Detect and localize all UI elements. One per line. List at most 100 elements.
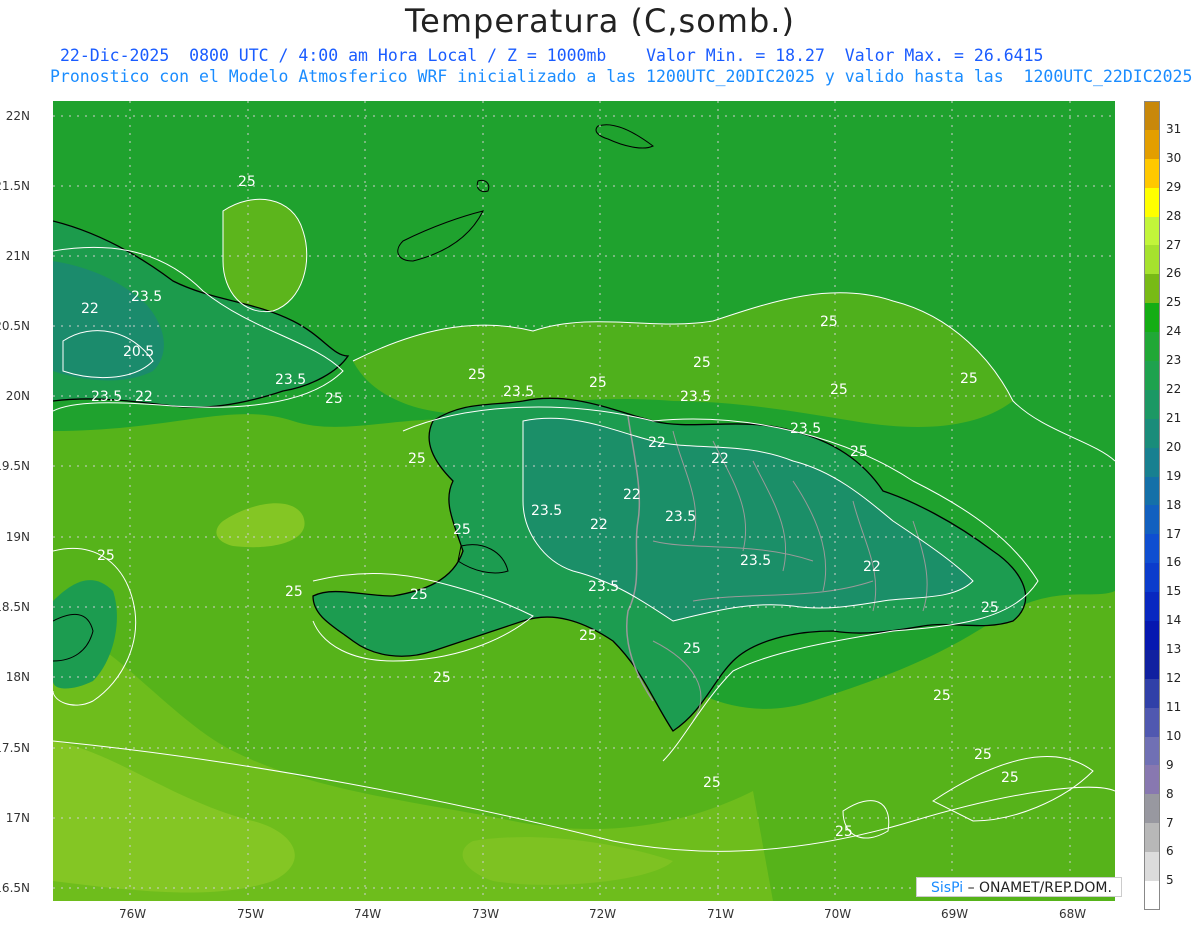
colorbar-label: 7 — [1166, 815, 1174, 830]
contour-label: 25 — [693, 355, 711, 371]
map-title: Temperatura (C,somb.) — [405, 2, 795, 40]
colorbar-label: 31 — [1166, 121, 1182, 136]
contour-label: 23.5 — [680, 389, 711, 405]
map-canvas: 25 23.5 22 20.5 23.5 22 23.5 25 25 25 23… — [53, 101, 1115, 901]
lon-label: 73W — [472, 907, 500, 921]
temperature-map: 25 23.5 22 20.5 23.5 22 23.5 25 25 25 23… — [53, 101, 1115, 901]
colorbar-swatch — [1144, 823, 1160, 853]
colorbar-swatch — [1144, 158, 1160, 188]
colorbar-swatch — [1144, 678, 1160, 708]
colorbar-label: 15 — [1166, 584, 1182, 599]
colorbar-label: 13 — [1166, 642, 1182, 657]
lat-label: 20N — [5, 389, 30, 403]
contour-label: 23.5 — [275, 372, 306, 388]
contour-label: 22 — [81, 301, 99, 317]
contour-label: 22 — [623, 487, 641, 503]
contour-label: 22 — [648, 435, 666, 451]
colorbar-swatch — [1144, 563, 1160, 593]
contour-label: 25 — [468, 367, 486, 383]
lon-label: 71W — [707, 907, 735, 921]
contour-label: 25 — [835, 824, 853, 840]
colorbar-swatch — [1144, 707, 1160, 737]
lat-label: 18.5N — [0, 600, 30, 614]
colorbar-label: 12 — [1166, 671, 1182, 685]
lon-label: 68W — [1059, 907, 1087, 921]
lat-label: 20.5N — [0, 319, 30, 333]
colorbar-swatch — [1144, 129, 1160, 159]
lat-label: 18N — [5, 670, 30, 684]
contour-label: 22 — [590, 517, 608, 533]
contour-label: 25 — [410, 587, 428, 603]
contour-label: 25 — [433, 670, 451, 686]
colorbar-label: 8 — [1166, 786, 1174, 801]
colorbar-swatch — [1144, 534, 1160, 564]
colorbar-label: 17 — [1166, 526, 1182, 541]
contour-label: 25 — [703, 775, 721, 791]
colorbar-swatch — [1144, 505, 1160, 535]
colorbar — [1144, 101, 1160, 910]
contour-label: 25 — [238, 174, 256, 190]
colorbar-label: 25 — [1166, 295, 1182, 310]
colorbar-swatch — [1144, 274, 1160, 304]
colorbar-swatch — [1144, 736, 1160, 766]
contour-label: 25 — [579, 628, 597, 644]
colorbar-label: 16 — [1166, 555, 1182, 570]
colorbar-swatch — [1144, 303, 1160, 333]
colorbar-label: 27 — [1166, 237, 1182, 252]
contour-label: 25 — [981, 600, 999, 616]
credit-box: SisPi – ONAMET/REP.DOM. — [916, 877, 1122, 897]
colorbar-label: 5 — [1166, 873, 1174, 888]
contour-label: 25 — [589, 375, 607, 391]
colorbar-label: 20 — [1166, 439, 1182, 454]
contour-label: 23.5 — [740, 553, 771, 569]
subtitle-model-info: Pronostico con el Modelo Atmosferico WRF… — [50, 67, 1193, 86]
colorbar-label: 14 — [1166, 613, 1182, 628]
colorbar-swatch — [1144, 187, 1160, 217]
contour-label: 23.5 — [91, 389, 122, 405]
colorbar-swatch — [1144, 881, 1160, 910]
lat-label: 19.5N — [0, 459, 30, 473]
contour-label: 25 — [97, 548, 115, 564]
contour-label: 23.5 — [503, 384, 534, 400]
lon-label: 69W — [941, 907, 969, 921]
colorbar-swatch — [1144, 794, 1160, 824]
contour-label: 25 — [683, 641, 701, 657]
colorbar-swatch — [1144, 245, 1160, 275]
colorbar-label: 29 — [1166, 179, 1182, 194]
lat-label: 17N — [5, 811, 30, 825]
contour-label: 23.5 — [665, 509, 696, 525]
sea-north-band — [223, 199, 307, 312]
contour-label: 25 — [453, 522, 471, 538]
lon-label: 70W — [824, 907, 852, 921]
colorbar-swatch — [1144, 101, 1160, 130]
colorbar-swatch — [1144, 418, 1160, 448]
colorbar-label: 11 — [1166, 699, 1182, 714]
colorbar-label: 23 — [1166, 353, 1182, 368]
lon-label: 74W — [354, 907, 382, 921]
colorbar-swatch — [1144, 852, 1160, 882]
contour-label: 23.5 — [588, 579, 619, 595]
colorbar-swatch — [1144, 216, 1160, 246]
contour-label: 25 — [408, 451, 426, 467]
contour-label: 22 — [863, 559, 881, 575]
colorbar-label: 22 — [1166, 382, 1182, 396]
lat-label: 22N — [5, 109, 30, 123]
contour-label: 25 — [850, 444, 868, 460]
colorbar-swatch — [1144, 447, 1160, 477]
colorbar-swatch — [1144, 621, 1160, 650]
lat-label: 17.5N — [0, 741, 30, 755]
contour-label: 20.5 — [123, 344, 154, 360]
colorbar-label: 6 — [1166, 844, 1174, 859]
subtitle-validity: 22-Dic-2025 0800 UTC / 4:00 am Hora Loca… — [60, 46, 1044, 65]
credit-text: – ONAMET/REP.DOM. — [967, 880, 1112, 896]
colorbar-label: 18 — [1166, 497, 1182, 512]
colorbar-label: 24 — [1166, 324, 1182, 339]
contour-label: 22 — [711, 451, 729, 467]
contour-label: 23.5 — [531, 503, 562, 519]
colorbar-swatch — [1144, 649, 1160, 679]
colorbar-swatch — [1144, 389, 1160, 419]
colorbar-swatch — [1144, 332, 1160, 362]
contour-label: 22 — [135, 389, 153, 405]
colorbar-label: 9 — [1166, 757, 1174, 772]
lat-label: 21N — [5, 249, 30, 263]
